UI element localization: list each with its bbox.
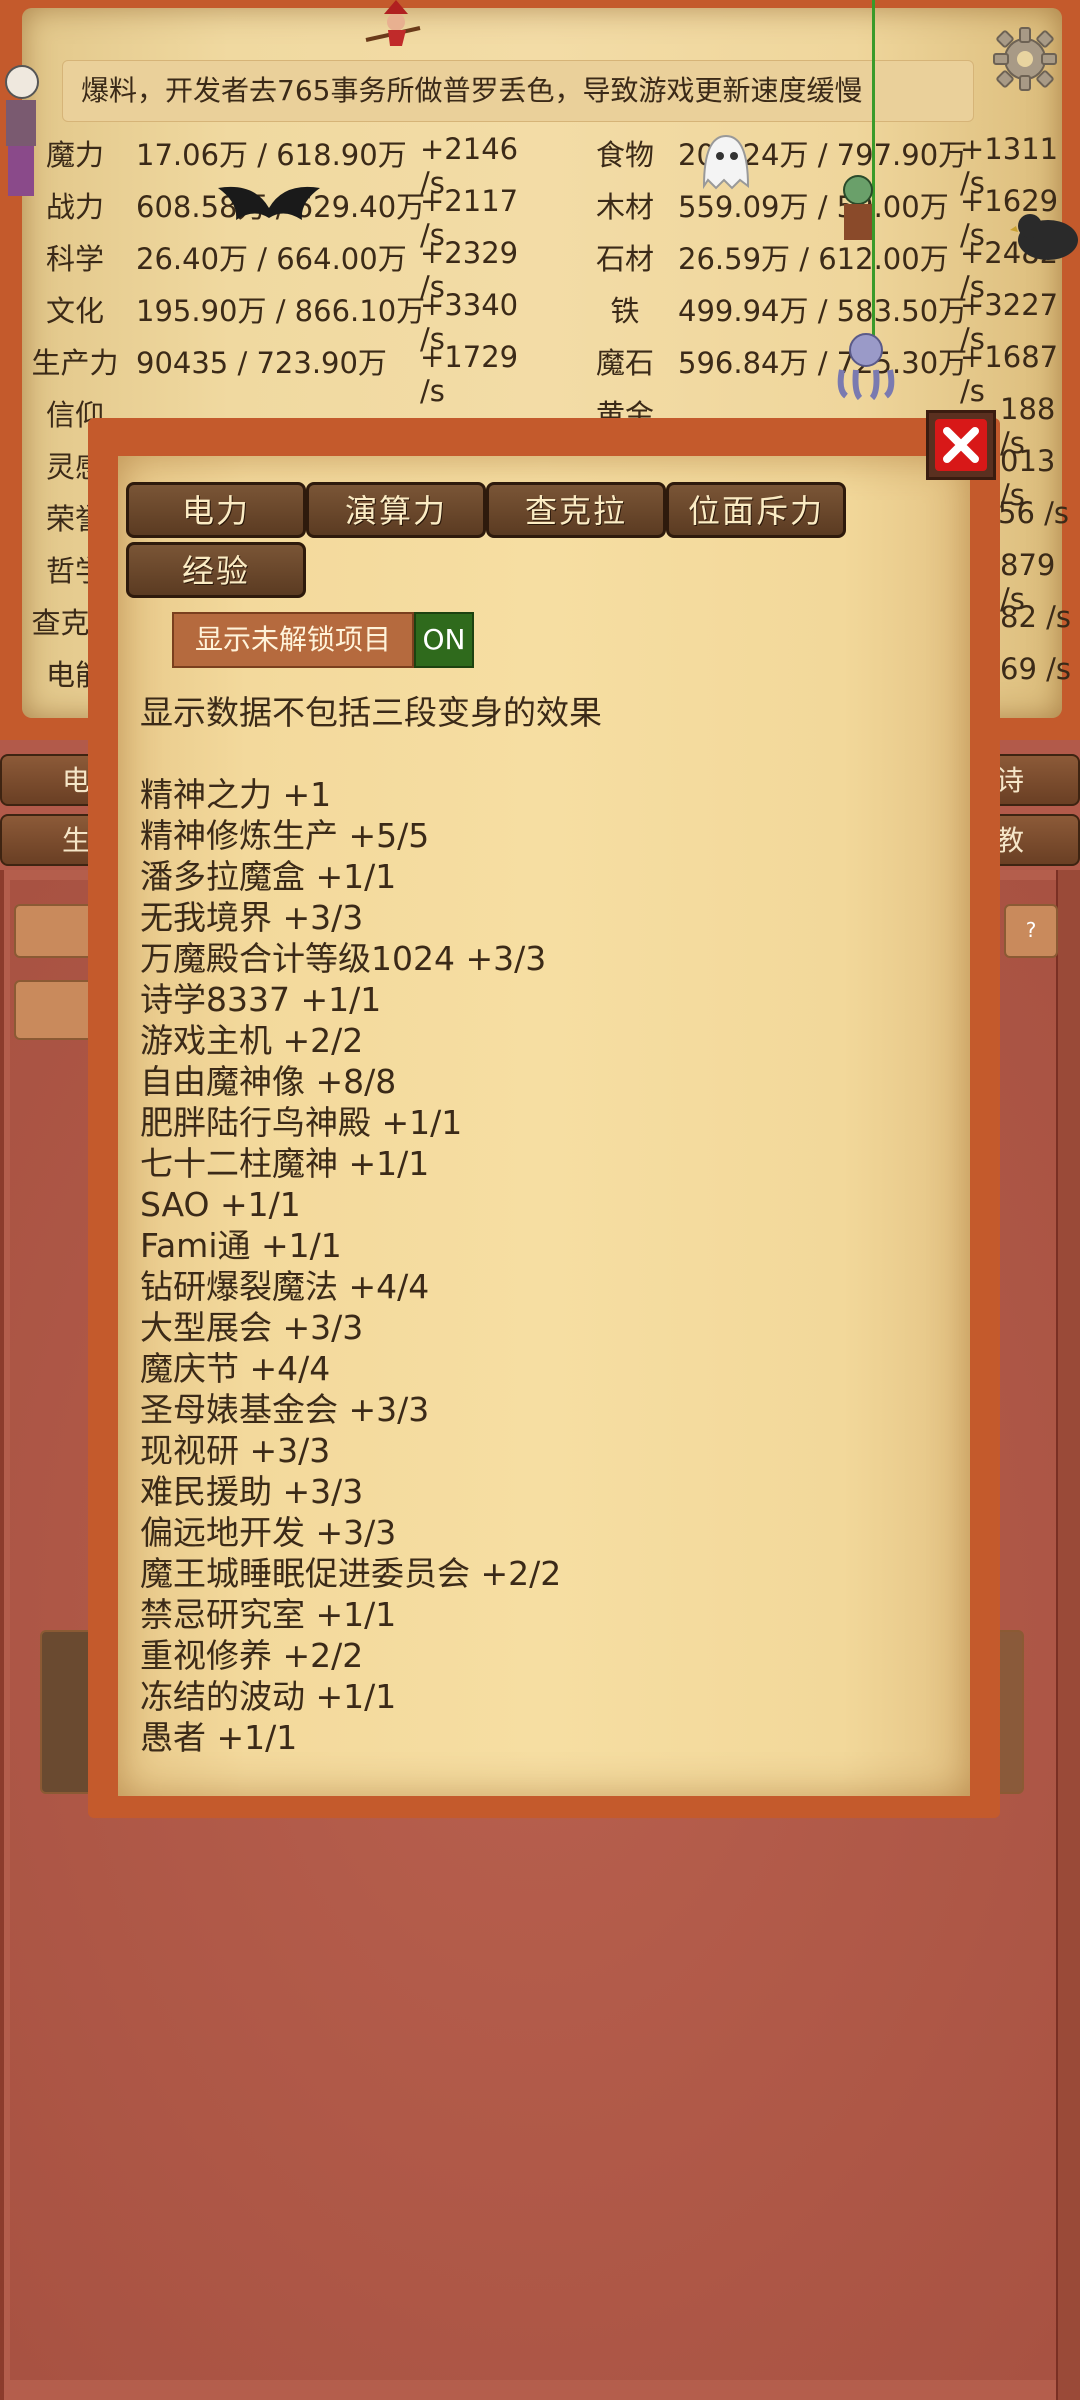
- tab-computing[interactable]: 演算力: [306, 482, 486, 538]
- lower-tab-2[interactable]: [14, 980, 98, 1040]
- list-item: 禁忌研究室 +1/1: [140, 1595, 397, 1634]
- skeleton-sprite-icon: [5, 65, 39, 196]
- list-item: 自由魔神像 +8/8: [140, 1062, 397, 1101]
- list-item: 难民援助 +3/3: [140, 1472, 364, 1511]
- resource-value: 26.40万 / 664.00万: [136, 242, 407, 276]
- scrollbar[interactable]: [1056, 870, 1080, 2400]
- side-button-label: 生: [62, 824, 91, 857]
- news-ticker: 爆料，开发者去765事务所做普罗丢色，导致游戏更新速度缓慢: [62, 60, 974, 122]
- tab-label: 查克拉: [524, 492, 627, 530]
- list-item: SAO +1/1: [140, 1185, 301, 1224]
- resource-name: 科学: [45, 242, 104, 276]
- resource-row: 魔力 17.06万 / 618.90万 +2146 /s: [0, 132, 540, 200]
- modal-note: 显示数据不包括三段变身的效果: [140, 693, 602, 732]
- tab-plane-repulsion[interactable]: 位面斥力: [666, 482, 846, 538]
- octopus-sprite-icon: [837, 333, 895, 400]
- list-item: 万魔殿合计等级1024 +3/3: [140, 939, 547, 978]
- bat-sprite-icon: [218, 186, 320, 220]
- list-item: 偏远地开发 +3/3: [140, 1513, 397, 1552]
- resource-name: 生产力: [31, 346, 119, 380]
- list-item: 潘多拉魔盒 +1/1: [140, 857, 397, 896]
- toggle-label-text: 显示未解锁项目: [194, 623, 391, 656]
- list-item: 冻结的波动 +1/1: [140, 1677, 397, 1716]
- resource-name: 文化: [45, 294, 104, 328]
- resource-row: 食物 203.24万 / 797.90万 +1311 /s: [560, 132, 1080, 200]
- resource-row: 生产力 90435 / 723.90万 +1729 /s: [0, 340, 540, 408]
- tab-power[interactable]: 电力: [126, 482, 306, 538]
- list-item: 圣母婊基金会 +3/3: [140, 1390, 430, 1429]
- resource-name: 铁: [610, 294, 640, 328]
- crow-sprite-icon: [1010, 214, 1078, 260]
- tab-experience[interactable]: 经验: [126, 542, 306, 598]
- resource-row: 铁 499.94万 / 583.50万 +3227 /s: [560, 288, 1080, 356]
- resource-name: 木材: [595, 190, 654, 224]
- list-item: 大型展会 +3/3: [140, 1308, 364, 1347]
- resource-value: 499.94万 / 583.50万: [678, 294, 968, 328]
- resource-name: 食物: [595, 138, 654, 172]
- resource-rate: 69 /s: [1000, 652, 1071, 686]
- list-item: 现视研 +3/3: [140, 1431, 331, 1470]
- side-button-label: 诗: [996, 764, 1025, 797]
- list-item: 重视修养 +2/2: [140, 1636, 364, 1675]
- tab-label: 电力: [181, 492, 250, 530]
- resource-value: 195.90万 / 866.10万: [136, 294, 426, 328]
- list-item: 愚者 +1/1: [140, 1718, 298, 1757]
- close-button[interactable]: [926, 410, 996, 480]
- resource-value: 17.06万 / 618.90万: [136, 138, 407, 172]
- resource-value: 596.84万 / 725.30万: [678, 346, 968, 380]
- tab-label: 位面斥力: [687, 492, 824, 530]
- tab-label: 经验: [181, 552, 250, 590]
- list-item: 精神修炼生产 +5/5: [140, 816, 430, 855]
- resource-name: 石材: [595, 242, 654, 276]
- resource-rate: +1729 /s: [420, 340, 519, 408]
- resource-row: 木材 559.09万 / 59.00万 +1629 /s: [560, 184, 1080, 252]
- list-item: 游戏主机 +2/2: [140, 1021, 364, 1060]
- list-item: 七十二柱魔神 +1/1: [140, 1144, 430, 1183]
- tab-chakra[interactable]: 查克拉: [486, 482, 666, 538]
- toggle-state-text: ON: [422, 623, 466, 656]
- zombie-sprite-icon: [843, 175, 873, 240]
- toggle-state-button[interactable]: ON: [414, 612, 474, 668]
- resource-name: 魔石: [595, 346, 654, 380]
- side-button-label: 教: [996, 824, 1025, 857]
- list-item: 诗学8337 +1/1: [140, 980, 382, 1019]
- resource-row: 魔石 596.84万 / 725.30万 +1687 /s: [560, 340, 1080, 408]
- resource-row: 文化 195.90万 / 866.10万 +3340 /s: [0, 288, 540, 356]
- resource-rate: 56 /s: [998, 496, 1069, 530]
- bonus-list: 精神之力 +1 精神修炼生产 +5/5 潘多拉魔盒 +1/1 无我境界 +3/3…: [140, 774, 561, 1758]
- list-item: 精神之力 +1: [140, 775, 332, 814]
- resource-value: 26.59万 / 612.00万: [678, 242, 949, 276]
- list-item: 无我境界 +3/3: [140, 898, 364, 937]
- list-item: Fami通 +1/1: [140, 1226, 342, 1265]
- resource-rate: 82 /s: [1000, 600, 1071, 634]
- list-item: 肥胖陆行鸟神殿 +1/1: [140, 1103, 463, 1142]
- close-icon: [935, 419, 987, 471]
- lower-tab-1[interactable]: [14, 904, 98, 958]
- news-text: 爆料，开发者去765事务所做普罗丢色，导致游戏更新速度缓慢: [81, 74, 863, 107]
- list-item: 魔庆节 +4/4: [140, 1349, 331, 1388]
- resource-row: 科学 26.40万 / 664.00万 +2329 /s: [0, 236, 540, 304]
- side-button-label: 电: [62, 764, 91, 797]
- tab-label: 演算力: [344, 492, 447, 530]
- ghost-sprite-icon: [702, 134, 750, 190]
- list-item: 魔王城睡眠促进委员会 +2/2: [140, 1554, 562, 1593]
- list-item: 钻研爆裂魔法 +4/4: [140, 1267, 430, 1306]
- show-locked-toggle[interactable]: 显示未解锁项目: [172, 612, 414, 668]
- witch-sprite-icon: [365, 0, 421, 46]
- resource-row: 石材 26.59万 / 612.00万 +2482 /s: [560, 236, 1080, 304]
- help-icon: ?: [1025, 918, 1037, 942]
- resource-value: 90435 / 723.90万: [136, 346, 387, 380]
- help-button[interactable]: ?: [1004, 904, 1058, 958]
- gear-icon[interactable]: [990, 24, 1060, 94]
